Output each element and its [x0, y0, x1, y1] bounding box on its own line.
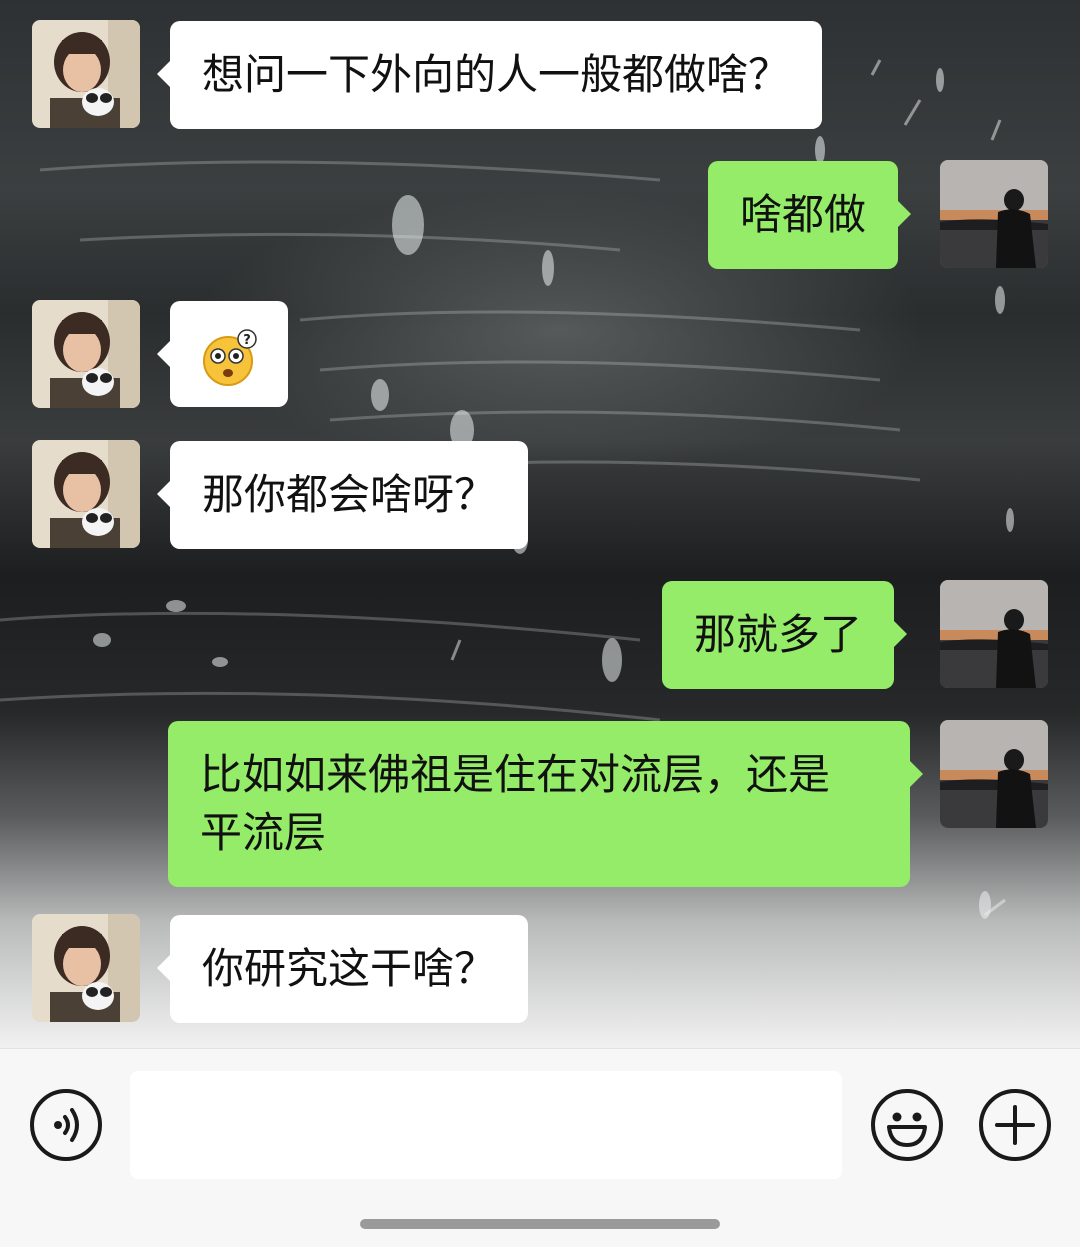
- emoji-icon: [887, 1112, 927, 1147]
- home-indicator[interactable]: [360, 1219, 720, 1229]
- chat-background: [0, 0, 1080, 1048]
- message-bubble-outgoing[interactable]: 那就多了: [662, 581, 908, 689]
- message-text-line: 比如如来佛祖是住在对流层，还是: [200, 750, 831, 799]
- my-avatar[interactable]: [940, 580, 1048, 688]
- message-bubble-incoming[interactable]: 你研究这干啥？: [156, 915, 529, 1023]
- message-text-line: 平流层: [200, 808, 327, 857]
- message-text: 那你都会啥呀？: [202, 470, 497, 519]
- my-avatar[interactable]: [940, 720, 1048, 828]
- contact-avatar[interactable]: [32, 300, 140, 408]
- add-icon: [995, 1105, 1035, 1145]
- add-button[interactable]: [979, 1089, 1051, 1161]
- message-text: 那就多了: [694, 610, 863, 659]
- rain-window-wallpaper: [0, 59, 1042, 919]
- message-bubble-outgoing[interactable]: 比如如来佛祖是住在对流层，还是 平流层: [168, 721, 923, 887]
- emoji-button[interactable]: [871, 1089, 943, 1161]
- voice-icon: [54, 1108, 79, 1142]
- sticker-bubble-incoming[interactable]: ?: [157, 301, 288, 407]
- message-text: 啥都做: [740, 190, 867, 239]
- contact-avatar[interactable]: [32, 20, 140, 128]
- svg-text:?: ?: [243, 333, 251, 348]
- message-bubble-incoming[interactable]: 想问一下外向的人一般都做啥？: [156, 21, 823, 129]
- message-bubble-outgoing[interactable]: 啥都做: [708, 161, 912, 269]
- chat-input-bar: [0, 1048, 1080, 1247]
- message-text: 你研究这干啥？: [202, 944, 497, 993]
- message-input[interactable]: [130, 1071, 842, 1179]
- confused-emoji-icon: ?: [203, 329, 257, 386]
- message-text: 想问一下外向的人一般都做啥？: [202, 50, 791, 99]
- contact-avatar[interactable]: [32, 914, 140, 1022]
- my-avatar[interactable]: [940, 160, 1048, 268]
- message-bubble-incoming[interactable]: 那你都会啥呀？: [156, 441, 529, 549]
- voice-button[interactable]: [30, 1089, 102, 1161]
- contact-avatar[interactable]: [32, 440, 140, 548]
